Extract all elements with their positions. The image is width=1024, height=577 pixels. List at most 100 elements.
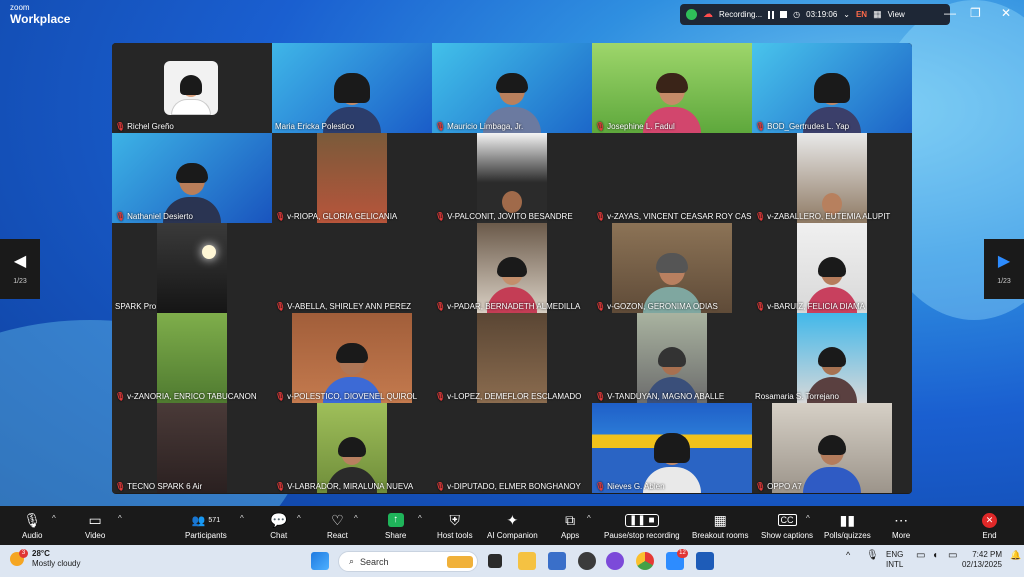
muted-mic-icon: 🎙 bbox=[435, 482, 446, 491]
participant-tile[interactable]: 🎙 Nathaniel Desierto bbox=[112, 133, 272, 223]
meeting-timer: 03:19:06 bbox=[806, 10, 838, 19]
share-options-caret[interactable]: ^ bbox=[418, 514, 422, 523]
pause-stop-recording-button[interactable]: ❚❚ ■ Pause/stop recording bbox=[604, 511, 680, 540]
chat-options-caret[interactable]: ^ bbox=[297, 514, 301, 523]
audio-options-caret[interactable]: ^ bbox=[52, 514, 56, 523]
dell-icon[interactable] bbox=[578, 552, 596, 570]
video-button[interactable]: ▭ Video bbox=[85, 511, 105, 541]
video-options-caret[interactable]: ^ bbox=[118, 514, 122, 523]
store-icon[interactable] bbox=[548, 552, 566, 570]
participant-tile[interactable]: Maria Ericka Polestico bbox=[272, 43, 432, 133]
participant-tile[interactable]: Rosamaria S. Torrejano bbox=[752, 313, 912, 403]
host-tools-button[interactable]: ⛨ Host tools bbox=[437, 511, 473, 541]
share-screen-icon: ↑ bbox=[387, 513, 404, 527]
participants-options-caret[interactable]: ^ bbox=[240, 514, 244, 523]
encryption-shield-icon[interactable] bbox=[686, 9, 697, 20]
windows-start-icon[interactable] bbox=[311, 552, 329, 570]
chevron-down-icon[interactable]: ⌄ bbox=[843, 10, 850, 19]
task-view-icon[interactable] bbox=[488, 554, 502, 568]
muted-mic-icon: 🎙 bbox=[115, 212, 126, 221]
audio-button[interactable]: 🎙 Audio bbox=[22, 511, 42, 541]
participant-name: Mauricio Limbaga, Jr. bbox=[447, 122, 524, 131]
participant-tile[interactable]: 🎙 v-GOZON, GERONIMA ODIAS bbox=[592, 223, 752, 313]
participant-tile[interactable]: 🎙 Nieves G. Ablen bbox=[592, 403, 752, 493]
more-button[interactable]: ⋯ More bbox=[892, 511, 910, 541]
participant-tile[interactable]: 🎙 Mauricio Limbaga, Jr. bbox=[432, 43, 592, 133]
apps-button[interactable]: ⧉ Apps bbox=[561, 511, 579, 541]
participant-tile[interactable]: 🎙 v-LOPEZ, DEMEFLOR ESCLAMADO bbox=[432, 313, 592, 403]
participant-tile[interactable]: 🎙 TECNO SPARK 6 Air bbox=[112, 403, 272, 493]
muted-mic-icon: 🎙 bbox=[755, 302, 766, 311]
stop-recording-icon[interactable] bbox=[780, 11, 788, 18]
participant-tile[interactable]: 🎙 V-LABRADOR, MIRALUNA NUEVA bbox=[272, 403, 432, 493]
pause-recording-icon[interactable] bbox=[768, 10, 775, 19]
view-grid-icon[interactable]: ▦ bbox=[873, 9, 882, 20]
muted-mic-icon: 🎙 bbox=[115, 122, 126, 131]
participant-tile[interactable]: 🎙 v-DIPUTADO, ELMER BONGHANOY bbox=[432, 403, 592, 493]
participant-tile[interactable]: 🎙 V-ABELLA, SHIRLEY ANN PEREZ bbox=[272, 223, 432, 313]
react-button[interactable]: ♡ React bbox=[327, 511, 348, 541]
participant-name: v-GOZON, GERONIMA ODIAS bbox=[607, 302, 718, 311]
participant-name: v-BARUIZ, FELICIA DIAMA bbox=[767, 302, 865, 311]
polls-quizzes-button[interactable]: ▮▮ Polls/quizzes bbox=[824, 511, 871, 541]
shield-icon: ⛨ bbox=[449, 511, 461, 528]
previous-page-button[interactable]: ◀ 1/23 bbox=[0, 239, 40, 299]
breakout-rooms-button[interactable]: ▦ Breakout rooms bbox=[692, 511, 748, 541]
muted-mic-icon: 🎙 bbox=[435, 122, 446, 131]
participant-name: BOD_Gertrudes L. Yap bbox=[767, 122, 850, 131]
muted-mic-icon: 🎙 bbox=[595, 212, 606, 221]
chat-button[interactable]: 💬 Chat bbox=[270, 511, 287, 541]
volume-icon[interactable]: ◖ bbox=[932, 550, 938, 563]
participant-tile[interactable]: 🎙 Richel Greño bbox=[112, 43, 272, 133]
muted-mic-icon: 🎙 bbox=[755, 482, 766, 491]
maximize-icon[interactable]: ❐ bbox=[970, 6, 981, 20]
participant-tile[interactable]: 🎙 v-BARUIZ, FELICIA DIAMA bbox=[752, 223, 912, 313]
notification-bell-icon[interactable]: 🔔 bbox=[1010, 550, 1021, 561]
participant-tile[interactable]: 🎙 v-POLESTICO, DIOVENEL QUIROL bbox=[272, 313, 432, 403]
participant-tile[interactable]: 🎙 V-PALCONIT, JOVITO BESANDRE bbox=[432, 133, 592, 223]
participant-name: Nathaniel Desierto bbox=[127, 212, 193, 221]
microphone-tray-icon[interactable]: 🎙 bbox=[866, 550, 879, 563]
chevron-up-icon[interactable]: ^ bbox=[846, 550, 850, 561]
viber-icon[interactable] bbox=[606, 552, 624, 570]
close-icon[interactable]: ✕ bbox=[1001, 6, 1011, 20]
participant-tile[interactable]: SPARK Pro bbox=[112, 223, 272, 313]
windows-taskbar: 3 28°C Mostly cloudy ⌕ Search 12 ^ 🎙 ENG… bbox=[0, 545, 1024, 577]
weather-widget[interactable]: 3 28°C Mostly cloudy bbox=[10, 549, 80, 569]
battery-icon[interactable]: ▭ bbox=[948, 550, 957, 563]
participant-name: V-PALCONIT, JOVITO BESANDRE bbox=[447, 212, 573, 221]
participant-tile[interactable]: 🎙 v-ZABALLERO, EUTEMIA ALUPIT bbox=[752, 133, 912, 223]
share-button[interactable]: ↑ Share bbox=[385, 511, 406, 540]
minimize-icon[interactable]: — bbox=[944, 6, 956, 20]
participant-tile[interactable]: 🎙 BOD_Gertrudes L. Yap bbox=[752, 43, 912, 133]
cloud-recording-icon: ☁ bbox=[703, 9, 713, 20]
participant-tile[interactable]: 🎙 v-RIOPA, GLORIA GELICANIA bbox=[272, 133, 432, 223]
captions-options-caret[interactable]: ^ bbox=[806, 514, 810, 523]
participant-tile[interactable]: 🎙 v-ZANORIA, ENRICO TABUCANON bbox=[112, 313, 272, 403]
participant-tile[interactable]: 🎙 V-TANDUYAN, MAGNO ABALLE bbox=[592, 313, 752, 403]
file-explorer-icon[interactable] bbox=[518, 552, 536, 570]
view-button[interactable]: View bbox=[888, 10, 905, 19]
system-clock[interactable]: 7:42 PM 02/13/2025 bbox=[962, 550, 1002, 571]
participant-tile[interactable]: 🎙 Josephine L. Fadul bbox=[592, 43, 752, 133]
participant-name: v-ZAYAS, VINCENT CEASAR ROY CAS... bbox=[607, 212, 752, 221]
ai-companion-button[interactable]: ✦ AI Companion bbox=[487, 511, 538, 541]
participant-tile[interactable]: 🎙 OPPO A7 bbox=[752, 403, 912, 493]
display-icon[interactable]: ▭ bbox=[916, 550, 925, 563]
participants-button[interactable]: 👥 571 Participants bbox=[185, 511, 227, 541]
chrome-icon[interactable] bbox=[636, 552, 654, 570]
language-indicator[interactable]: ENG INTL bbox=[886, 550, 903, 570]
word-icon[interactable] bbox=[696, 552, 714, 570]
brand-top: zoom bbox=[10, 3, 30, 12]
end-button[interactable]: ✕ End bbox=[982, 511, 997, 540]
react-options-caret[interactable]: ^ bbox=[354, 514, 358, 523]
apps-options-caret[interactable]: ^ bbox=[587, 514, 591, 523]
participant-tile[interactable]: 🎙 v-PADAR, BERNADETH ALMEDILLA bbox=[432, 223, 592, 313]
taskbar-search[interactable]: ⌕ Search bbox=[338, 551, 478, 572]
clock-time: 7:42 PM bbox=[972, 550, 1002, 559]
muted-mic-icon: 🎙 bbox=[275, 212, 286, 221]
language-interpretation-button[interactable]: EN bbox=[856, 10, 867, 19]
participant-tile[interactable]: 🎙 v-ZAYAS, VINCENT CEASAR ROY CAS... bbox=[592, 133, 752, 223]
next-page-button[interactable]: ▶ 1/23 bbox=[984, 239, 1024, 299]
video-gallery: 🎙 Richel Greño Maria Ericka Polestico 🎙 Ma… bbox=[112, 43, 912, 494]
